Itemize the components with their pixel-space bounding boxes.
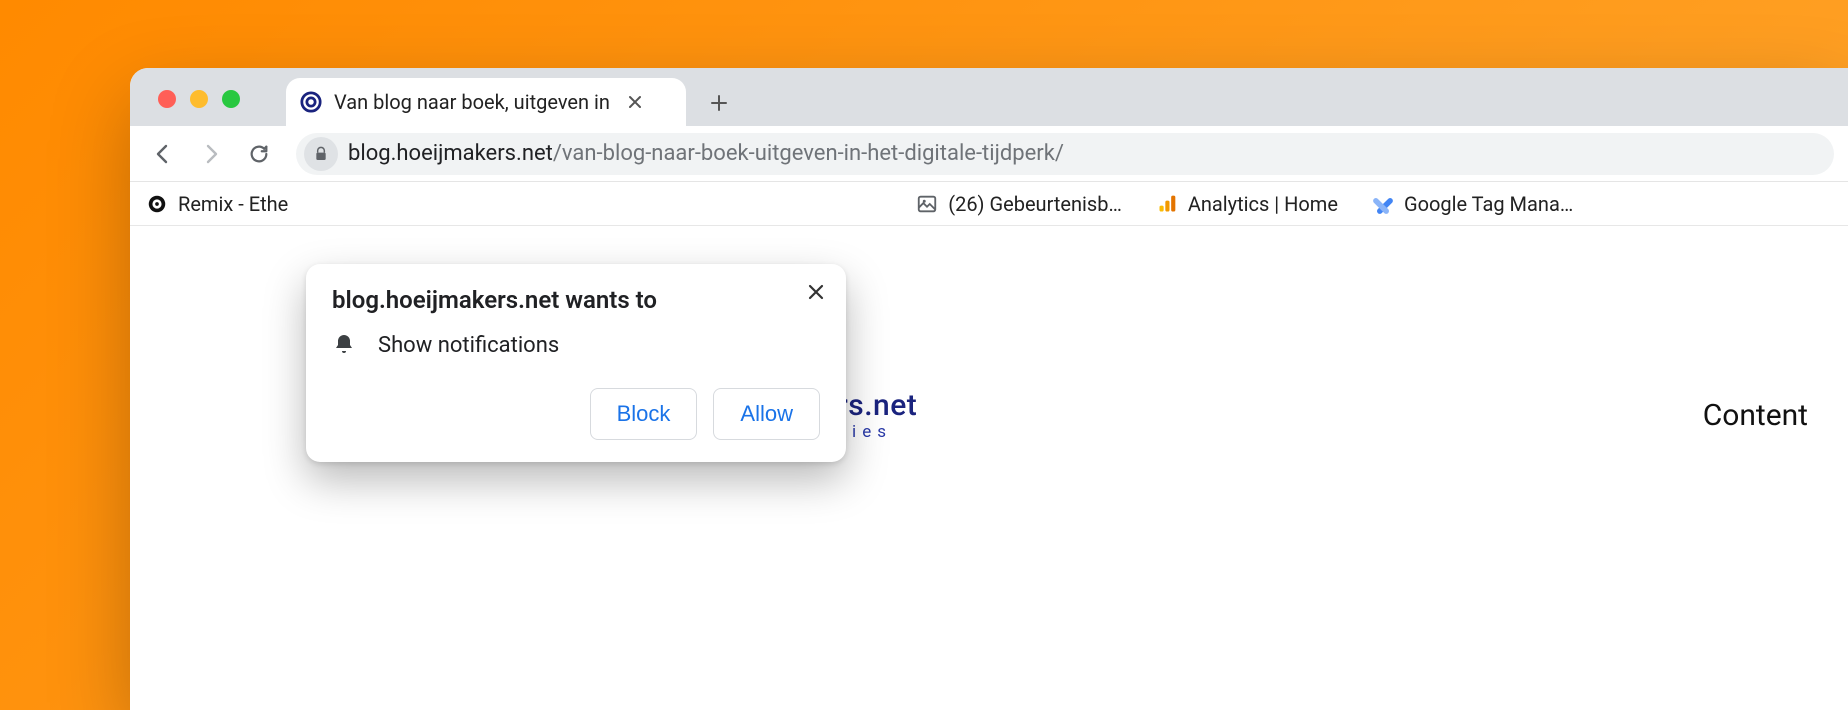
bell-icon <box>332 332 358 358</box>
lock-icon[interactable] <box>304 137 338 171</box>
popup-permission-row: Show notifications <box>332 332 820 358</box>
window-controls <box>158 90 240 108</box>
url-path: /van-blog-naar-boek-uitgeven-in-het-digi… <box>553 141 1064 166</box>
allow-button[interactable]: Allow <box>713 388 820 440</box>
forward-button[interactable] <box>192 135 230 173</box>
new-tab-button[interactable] <box>700 84 738 122</box>
bookmarks-bar: Remix - Ethe (26) Gebeurtenisb… <box>130 182 1848 226</box>
tab-title: Van blog naar boek, uitgeven in <box>334 90 610 114</box>
window-close-button[interactable] <box>158 90 176 108</box>
browser-window: Van blog naar boek, uitgeven in <box>130 68 1848 710</box>
nav-content-link[interactable]: Content <box>1703 398 1808 433</box>
back-button[interactable] <box>144 135 182 173</box>
bookmark-gebeurtenis[interactable]: (26) Gebeurtenisb… <box>916 192 1122 216</box>
url-text: blog.hoeijmakers.net/van-blog-naar-boek-… <box>348 141 1064 166</box>
url-host: blog.hoeijmakers.net <box>348 141 553 166</box>
bookmark-label: Google Tag Mana… <box>1404 192 1573 216</box>
browser-tab[interactable]: Van blog naar boek, uitgeven in <box>286 78 686 126</box>
bookmark-gtm[interactable]: Google Tag Mana… <box>1372 192 1573 216</box>
bookmark-label: Analytics | Home <box>1188 192 1338 216</box>
gtm-icon <box>1372 193 1394 215</box>
toolbar: blog.hoeijmakers.net/van-blog-naar-boek-… <box>130 126 1848 182</box>
address-bar[interactable]: blog.hoeijmakers.net/van-blog-naar-boek-… <box>296 133 1834 175</box>
window-zoom-button[interactable] <box>222 90 240 108</box>
tab-close-button[interactable] <box>626 93 644 111</box>
bookmark-label: Remix - Ethe <box>178 192 288 216</box>
analytics-icon <box>1156 193 1178 215</box>
remix-icon <box>146 193 168 215</box>
bookmark-remix[interactable]: Remix - Ethe <box>146 192 288 216</box>
page-content: blog.hoeijmakers.net wants to Show notif… <box>130 226 1848 710</box>
popup-title: blog.hoeijmakers.net wants to <box>332 286 820 314</box>
bookmark-analytics[interactable]: Analytics | Home <box>1156 192 1338 216</box>
popup-close-button[interactable] <box>802 278 830 306</box>
block-button[interactable]: Block <box>590 388 698 440</box>
popup-permission-text: Show notifications <box>378 333 559 358</box>
image-icon <box>916 193 938 215</box>
window-minimize-button[interactable] <box>190 90 208 108</box>
popup-actions: Block Allow <box>332 388 820 440</box>
reload-button[interactable] <box>240 135 278 173</box>
notification-permission-popup: blog.hoeijmakers.net wants to Show notif… <box>306 264 846 462</box>
bookmark-label: (26) Gebeurtenisb… <box>948 192 1122 216</box>
tab-favicon-icon <box>300 91 322 113</box>
tab-strip: Van blog naar boek, uitgeven in <box>130 68 1848 126</box>
